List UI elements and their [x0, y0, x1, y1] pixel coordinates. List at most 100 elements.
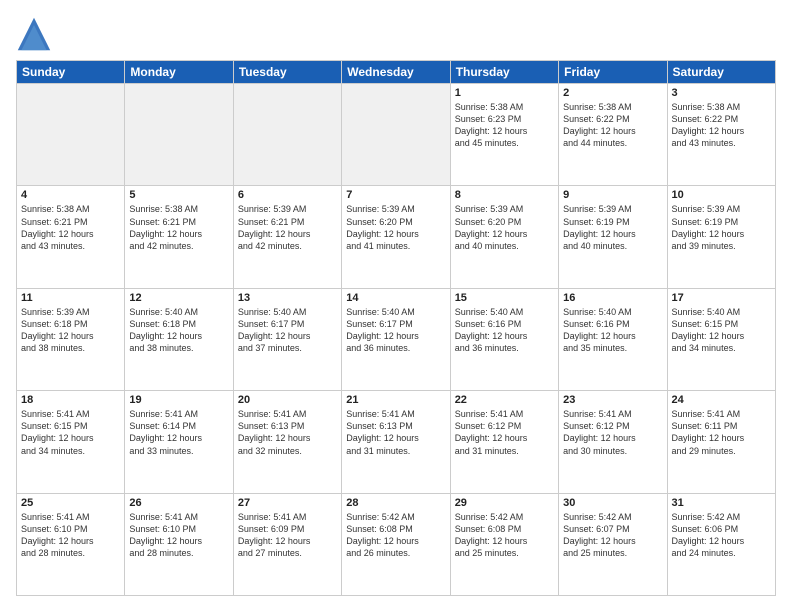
day-info: Sunrise: 5:41 AM Sunset: 6:13 PM Dayligh… — [346, 408, 445, 457]
day-info: Sunrise: 5:40 AM Sunset: 6:15 PM Dayligh… — [672, 306, 771, 355]
day-info: Sunrise: 5:39 AM Sunset: 6:18 PM Dayligh… — [21, 306, 120, 355]
day-number: 20 — [238, 394, 337, 406]
day-number: 10 — [672, 189, 771, 201]
day-number: 18 — [21, 394, 120, 406]
day-number: 17 — [672, 292, 771, 304]
day-cell: 21 Sunrise: 5:41 AM Sunset: 6:13 PM Dayli… — [342, 391, 450, 493]
page: SundayMondayTuesdayWednesdayThursdayFrid… — [0, 0, 792, 612]
day-number: 4 — [21, 189, 120, 201]
day-cell: 29 Sunrise: 5:42 AM Sunset: 6:08 PM Dayli… — [450, 493, 558, 595]
day-cell: 23Sunrise: 5:41 AM Sunset: 6:12 PM Dayli… — [559, 391, 667, 493]
day-cell — [125, 84, 233, 186]
day-info: Sunrise: 5:41 AM Sunset: 6:12 PM Dayligh… — [563, 408, 662, 457]
day-cell: 7 Sunrise: 5:39 AM Sunset: 6:20 PM Daylig… — [342, 186, 450, 288]
day-number: 12 — [129, 292, 228, 304]
day-number: 1 — [455, 87, 554, 99]
day-cell: 27 Sunrise: 5:41 AM Sunset: 6:09 PM Dayli… — [233, 493, 341, 595]
day-cell: 17 Sunrise: 5:40 AM Sunset: 6:15 PM Dayli… — [667, 288, 775, 390]
day-number: 27 — [238, 497, 337, 509]
day-info: Sunrise: 5:40 AM Sunset: 6:18 PM Dayligh… — [129, 306, 228, 355]
day-cell: 28Sunrise: 5:42 AM Sunset: 6:08 PM Dayli… — [342, 493, 450, 595]
day-info: Sunrise: 5:40 AM Sunset: 6:17 PM Dayligh… — [238, 306, 337, 355]
weekday-wednesday: Wednesday — [342, 61, 450, 84]
logo — [16, 16, 56, 52]
day-cell: 2 Sunrise: 5:38 AM Sunset: 6:22 PM Daylig… — [559, 84, 667, 186]
day-info: Sunrise: 5:39 AM Sunset: 6:21 PM Dayligh… — [238, 203, 337, 252]
day-number: 21 — [346, 394, 445, 406]
day-cell: 4 Sunrise: 5:38 AM Sunset: 6:21 PM Daylig… — [17, 186, 125, 288]
day-cell: 6 Sunrise: 5:39 AM Sunset: 6:21 PM Daylig… — [233, 186, 341, 288]
day-number: 31 — [672, 497, 771, 509]
day-cell: 9 Sunrise: 5:39 AM Sunset: 6:19 PM Daylig… — [559, 186, 667, 288]
week-row-3: 18 Sunrise: 5:41 AM Sunset: 6:15 PM Dayli… — [17, 391, 776, 493]
day-number: 30 — [563, 497, 662, 509]
week-row-2: 11 Sunrise: 5:39 AM Sunset: 6:18 PM Dayli… — [17, 288, 776, 390]
day-cell: 3 Sunrise: 5:38 AM Sunset: 6:22 PM Daylig… — [667, 84, 775, 186]
day-info: Sunrise: 5:41 AM Sunset: 6:10 PM Dayligh… — [129, 511, 228, 560]
day-cell: 20 Sunrise: 5:41 AM Sunset: 6:13 PM Dayli… — [233, 391, 341, 493]
day-info: Sunrise: 5:41 AM Sunset: 6:10 PM Dayligh… — [21, 511, 120, 560]
day-number: 29 — [455, 497, 554, 509]
day-info: Sunrise: 5:40 AM Sunset: 6:16 PM Dayligh… — [563, 306, 662, 355]
week-row-1: 4 Sunrise: 5:38 AM Sunset: 6:21 PM Daylig… — [17, 186, 776, 288]
day-info: Sunrise: 5:38 AM Sunset: 6:22 PM Dayligh… — [563, 101, 662, 150]
day-number: 19 — [129, 394, 228, 406]
day-info: Sunrise: 5:41 AM Sunset: 6:13 PM Dayligh… — [238, 408, 337, 457]
weekday-friday: Friday — [559, 61, 667, 84]
day-cell: 24Sunrise: 5:41 AM Sunset: 6:11 PM Dayli… — [667, 391, 775, 493]
day-info: Sunrise: 5:41 AM Sunset: 6:12 PM Dayligh… — [455, 408, 554, 457]
day-number: 7 — [346, 189, 445, 201]
day-info: Sunrise: 5:39 AM Sunset: 6:20 PM Dayligh… — [346, 203, 445, 252]
day-cell: 22Sunrise: 5:41 AM Sunset: 6:12 PM Dayli… — [450, 391, 558, 493]
day-cell: 31Sunrise: 5:42 AM Sunset: 6:06 PM Dayli… — [667, 493, 775, 595]
weekday-monday: Monday — [125, 61, 233, 84]
day-info: Sunrise: 5:42 AM Sunset: 6:08 PM Dayligh… — [455, 511, 554, 560]
calendar-table: SundayMondayTuesdayWednesdayThursdayFrid… — [16, 60, 776, 596]
day-number: 2 — [563, 87, 662, 99]
week-row-0: 1 Sunrise: 5:38 AM Sunset: 6:23 PM Daylig… — [17, 84, 776, 186]
day-number: 11 — [21, 292, 120, 304]
day-cell: 15Sunrise: 5:40 AM Sunset: 6:16 PM Dayli… — [450, 288, 558, 390]
day-cell: 14 Sunrise: 5:40 AM Sunset: 6:17 PM Dayli… — [342, 288, 450, 390]
weekday-tuesday: Tuesday — [233, 61, 341, 84]
day-info: Sunrise: 5:38 AM Sunset: 6:21 PM Dayligh… — [21, 203, 120, 252]
day-info: Sunrise: 5:41 AM Sunset: 6:09 PM Dayligh… — [238, 511, 337, 560]
day-number: 26 — [129, 497, 228, 509]
weekday-header-row: SundayMondayTuesdayWednesdayThursdayFrid… — [17, 61, 776, 84]
day-number: 25 — [21, 497, 120, 509]
day-cell: 25 Sunrise: 5:41 AM Sunset: 6:10 PM Dayli… — [17, 493, 125, 595]
day-info: Sunrise: 5:38 AM Sunset: 6:22 PM Dayligh… — [672, 101, 771, 150]
day-info: Sunrise: 5:39 AM Sunset: 6:19 PM Dayligh… — [563, 203, 662, 252]
day-cell: 18 Sunrise: 5:41 AM Sunset: 6:15 PM Dayli… — [17, 391, 125, 493]
day-info: Sunrise: 5:38 AM Sunset: 6:23 PM Dayligh… — [455, 101, 554, 150]
header — [16, 16, 776, 52]
day-cell: 1 Sunrise: 5:38 AM Sunset: 6:23 PM Daylig… — [450, 84, 558, 186]
day-info: Sunrise: 5:40 AM Sunset: 6:16 PM Dayligh… — [455, 306, 554, 355]
day-info: Sunrise: 5:40 AM Sunset: 6:17 PM Dayligh… — [346, 306, 445, 355]
weekday-sunday: Sunday — [17, 61, 125, 84]
day-info: Sunrise: 5:38 AM Sunset: 6:21 PM Dayligh… — [129, 203, 228, 252]
weekday-thursday: Thursday — [450, 61, 558, 84]
day-number: 28 — [346, 497, 445, 509]
day-number: 3 — [672, 87, 771, 99]
day-cell: 30 Sunrise: 5:42 AM Sunset: 6:07 PM Dayli… — [559, 493, 667, 595]
week-row-4: 25 Sunrise: 5:41 AM Sunset: 6:10 PM Dayli… — [17, 493, 776, 595]
day-number: 13 — [238, 292, 337, 304]
day-info: Sunrise: 5:39 AM Sunset: 6:20 PM Dayligh… — [455, 203, 554, 252]
day-info: Sunrise: 5:41 AM Sunset: 6:15 PM Dayligh… — [21, 408, 120, 457]
day-cell: 5 Sunrise: 5:38 AM Sunset: 6:21 PM Daylig… — [125, 186, 233, 288]
day-cell: 16 Sunrise: 5:40 AM Sunset: 6:16 PM Dayli… — [559, 288, 667, 390]
day-cell: 8Sunrise: 5:39 AM Sunset: 6:20 PM Daylig… — [450, 186, 558, 288]
day-number: 6 — [238, 189, 337, 201]
day-cell: 26 Sunrise: 5:41 AM Sunset: 6:10 PM Dayli… — [125, 493, 233, 595]
day-cell — [342, 84, 450, 186]
day-cell: 10Sunrise: 5:39 AM Sunset: 6:19 PM Dayli… — [667, 186, 775, 288]
day-number: 5 — [129, 189, 228, 201]
day-number: 16 — [563, 292, 662, 304]
day-number: 9 — [563, 189, 662, 201]
day-cell — [233, 84, 341, 186]
day-info: Sunrise: 5:41 AM Sunset: 6:11 PM Dayligh… — [672, 408, 771, 457]
day-cell: 12 Sunrise: 5:40 AM Sunset: 6:18 PM Dayli… — [125, 288, 233, 390]
day-number: 14 — [346, 292, 445, 304]
day-info: Sunrise: 5:42 AM Sunset: 6:07 PM Dayligh… — [563, 511, 662, 560]
